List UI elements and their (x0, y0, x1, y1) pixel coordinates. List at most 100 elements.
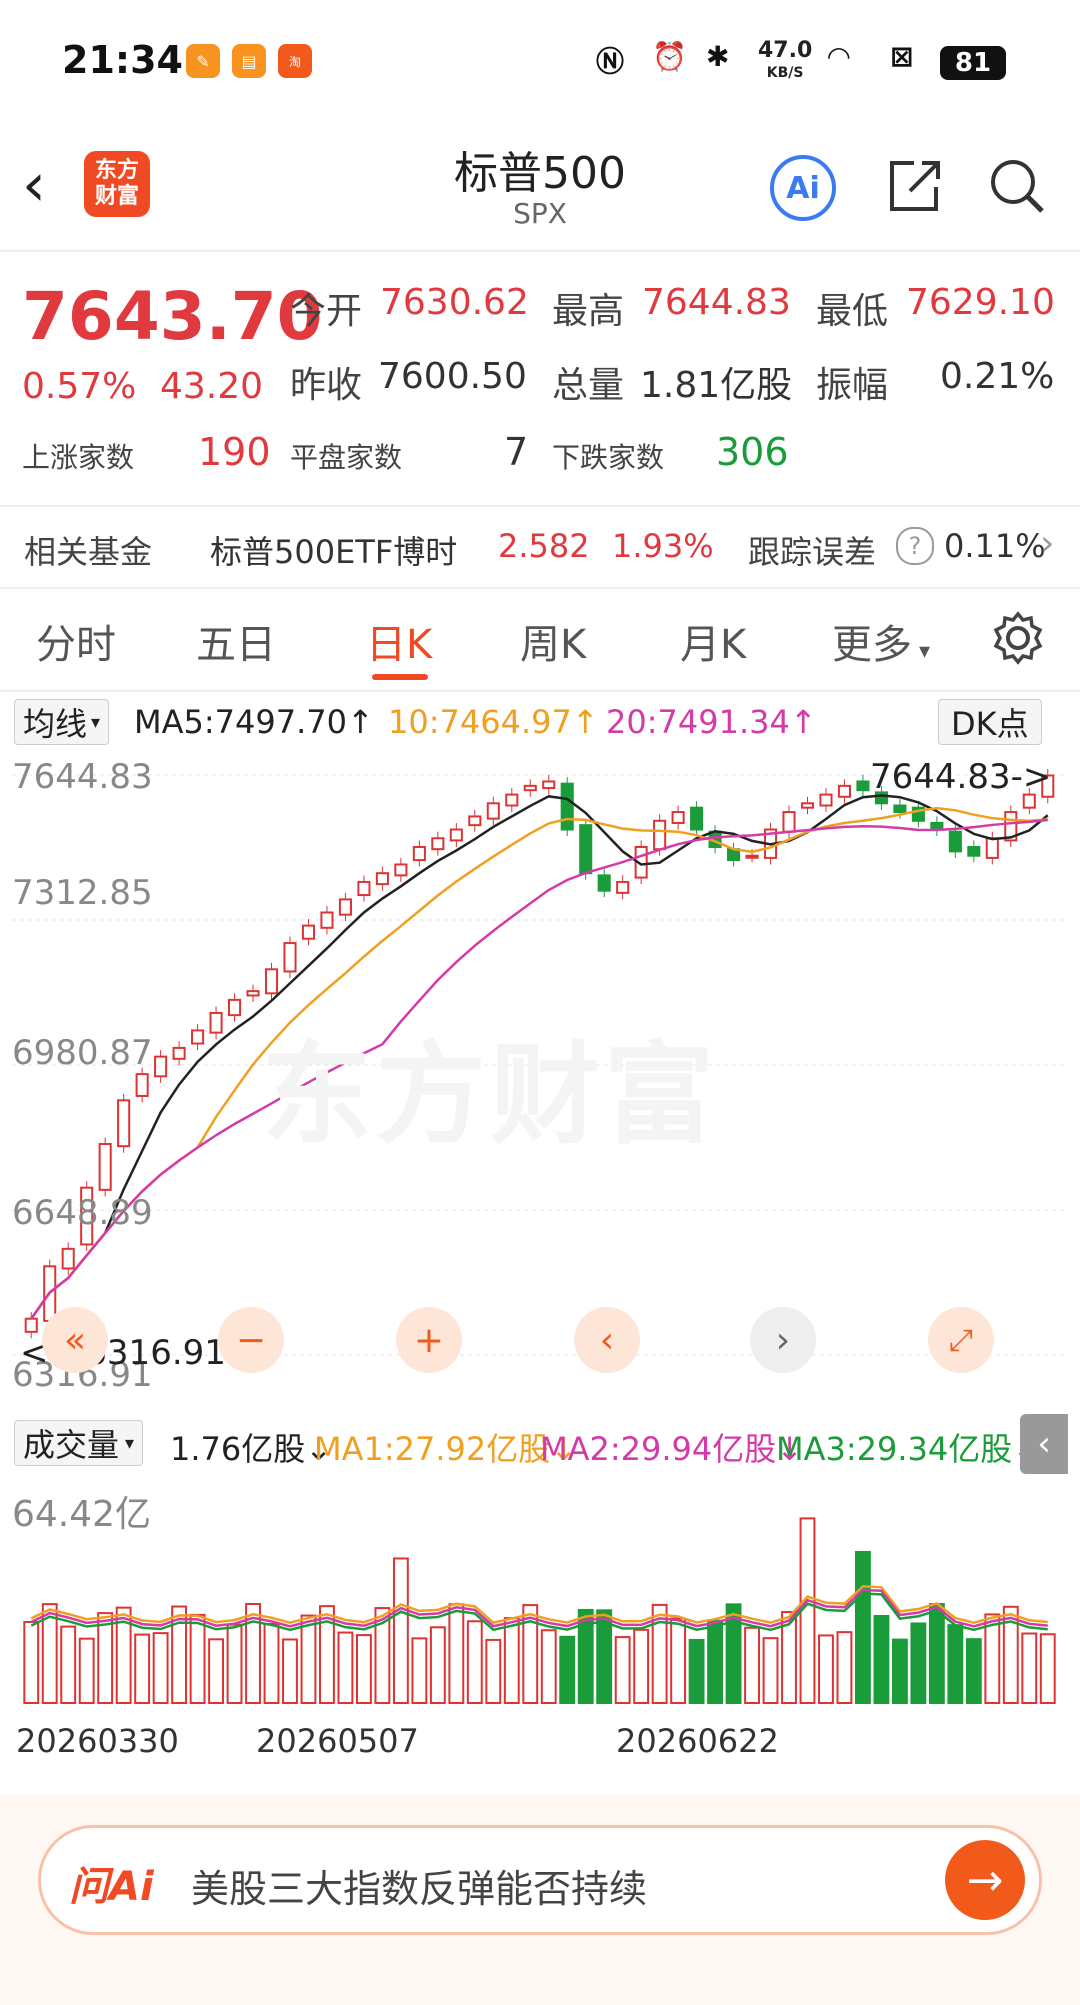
tab-intraday[interactable]: 分时 (36, 612, 116, 670)
volume-ma2: MA2:29.94亿股↓ (540, 1430, 804, 1468)
candle-body (597, 874, 611, 892)
volume-bar (947, 1624, 964, 1704)
candle-body (301, 924, 316, 940)
candlestick-chart[interactable]: 东方财富 7644.83 7312.85 6980.87 6648.89 631… (12, 755, 1067, 1400)
back-icon[interactable]: ‹ (22, 155, 46, 215)
volume-bar (429, 1626, 446, 1704)
volume-bar (818, 1634, 834, 1704)
search-icon[interactable] (986, 155, 1048, 217)
open-label: 今开 (290, 291, 363, 332)
candle-body (800, 802, 815, 809)
candle-body (191, 1029, 205, 1045)
tab-more[interactable]: 更多 ▾ (832, 612, 930, 670)
active-tab-indicator (372, 674, 428, 680)
volume-bar (855, 1550, 871, 1704)
scroll-right-button[interactable]: › (750, 1307, 816, 1373)
candle (61, 1242, 75, 1276)
candle-body (135, 1073, 149, 1097)
share-icon[interactable] (884, 155, 946, 217)
candle (985, 831, 999, 865)
candle-body (560, 782, 574, 831)
candle (246, 984, 260, 1003)
candle (597, 868, 611, 898)
volume-bar (891, 1638, 908, 1704)
volume-bar (688, 1638, 705, 1705)
candle (837, 779, 851, 804)
page-subtitle: SPX (513, 197, 567, 230)
date-label: 20260330 (16, 1722, 179, 1760)
volume-selector-dropdown[interactable]: 成交量 ▾ (14, 1420, 144, 1466)
high-value: 7644.83 (642, 282, 791, 323)
candle-body (246, 990, 260, 997)
candle (301, 919, 316, 946)
volume-bar (448, 1603, 465, 1705)
tab-daily-k[interactable]: 日K (366, 612, 432, 670)
tab-monthly-k[interactable]: 月K (680, 612, 746, 670)
candle-body (745, 854, 759, 859)
help-icon[interactable]: ? (896, 527, 934, 565)
status-time: 21:34 (62, 38, 183, 82)
candle (967, 840, 981, 863)
down-count-label: 下跌家数 (552, 441, 665, 474)
change-value: 43.20 (160, 366, 264, 407)
candle (690, 801, 704, 837)
up-count-label: 上涨家数 (22, 441, 135, 474)
candle-body (486, 802, 500, 820)
candle (800, 796, 815, 815)
candle-body (61, 1247, 75, 1270)
volume-bar (466, 1620, 483, 1704)
fund-price: 2.582 (498, 527, 590, 565)
volume-bar (263, 1622, 280, 1704)
collapse-panel-button[interactable]: ‹ (1020, 1414, 1068, 1474)
network-speed: 47.0 KB/S (758, 38, 813, 82)
candle-body (172, 1046, 186, 1060)
candle (228, 993, 242, 1022)
candle-body (985, 837, 999, 859)
candle-body (394, 863, 408, 877)
ma-selector-dropdown[interactable]: 均线 ▾ (14, 699, 110, 745)
volume-bar (152, 1632, 169, 1704)
zoom-out-button[interactable]: − (218, 1307, 284, 1373)
volume-bar (707, 1619, 724, 1704)
down-count: 306 (716, 430, 789, 474)
prev-close-value: 7600.50 (378, 356, 527, 397)
candle-body (837, 784, 851, 798)
candle-body (671, 811, 685, 824)
ask-ai-input[interactable]: 问Ai 美股三大指数反弹能否持续 → (38, 1825, 1042, 1935)
volume-ma1: MA1:27.92亿股↓ (314, 1430, 578, 1468)
fullscreen-button[interactable]: ⤢ (928, 1307, 994, 1373)
chevron-right-icon: › (1040, 523, 1055, 564)
volume-bar (392, 1557, 409, 1704)
scroll-left-button[interactable]: ‹ (574, 1307, 640, 1373)
volume-bar (485, 1638, 502, 1704)
tab-weekly-k[interactable]: 周K (520, 612, 586, 670)
ma10-value: 10:7464.97↑ (388, 703, 599, 741)
candle-body (264, 968, 279, 995)
candle (117, 1093, 131, 1153)
dk-point-button[interactable]: DK点 (938, 699, 1042, 745)
date-label: 20260622 (616, 1722, 779, 1760)
candle-body (967, 845, 981, 857)
related-fund-row[interactable]: 相关基金 标普500ETF博时 2.582 1.93% 跟踪误差 ? 0.11%… (0, 505, 1080, 589)
high-marker: 7644.83-> (870, 757, 1052, 797)
volume-y-label: 64.42亿 (12, 1494, 152, 1535)
settings-gear-icon[interactable] (990, 610, 1046, 666)
tab-five-day[interactable]: 五日 (196, 612, 276, 670)
candle-body (819, 793, 833, 807)
app-logo[interactable]: 东方 财富 (84, 151, 150, 217)
ask-ai-logo: 问Ai (69, 1864, 154, 1910)
candle (930, 816, 944, 837)
candle (191, 1023, 205, 1051)
scroll-start-button[interactable]: « (42, 1307, 108, 1373)
volume-bar (78, 1637, 95, 1704)
candle (264, 962, 279, 1000)
zoom-in-button[interactable]: + (396, 1307, 462, 1373)
volume-bar (633, 1628, 650, 1705)
candle (1004, 805, 1018, 847)
volume-chart[interactable]: 64.42亿 (12, 1475, 1067, 1713)
arrow-right-icon[interactable]: → (945, 1840, 1025, 1920)
amplitude-value: 0.21% (940, 356, 1055, 397)
ai-button[interactable]: Ai (770, 155, 836, 221)
candle (375, 866, 389, 891)
candle (616, 875, 630, 900)
